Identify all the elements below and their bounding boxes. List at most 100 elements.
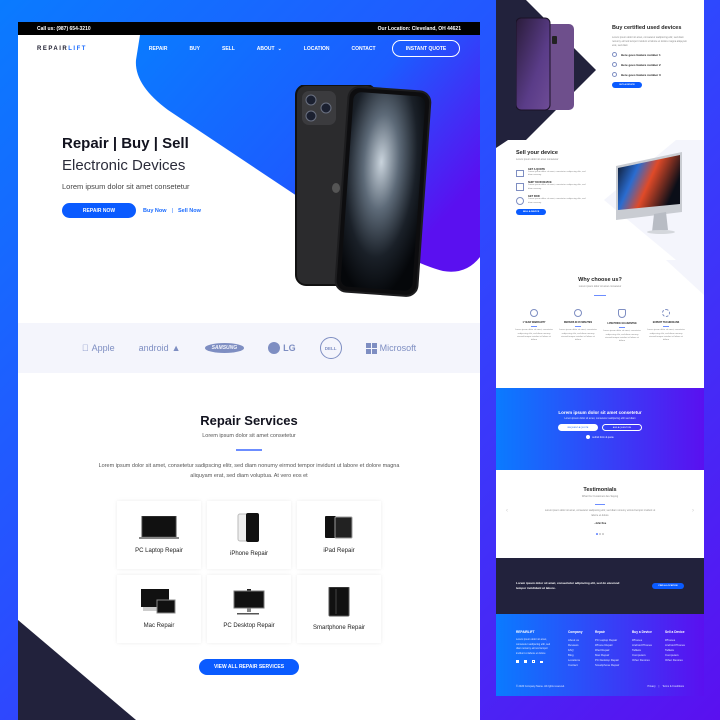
desktop-icon: [233, 588, 265, 614]
youtube-icon[interactable]: [540, 660, 543, 663]
repair-now-button[interactable]: REPAIR NOW: [62, 203, 136, 218]
legal-separator: |: [658, 685, 660, 688]
hero-description: Lorem ipsum dolor sit amet consetetur: [62, 182, 190, 191]
laptop-icon: [139, 515, 179, 539]
smartphone-icon: [328, 586, 350, 616]
buy-now-link[interactable]: Buy Now: [143, 208, 167, 214]
nav-repair[interactable]: REPAIR: [149, 46, 168, 52]
nav-about-label: ABOUT: [256, 46, 275, 52]
iphone-image: [294, 84, 459, 305]
feature-item: Here goes feature number 3: [612, 72, 692, 78]
mac-icon: [141, 588, 176, 613]
footer-brand: REPAIRLIFT: [516, 630, 535, 634]
card-label: iPhone Repair: [229, 550, 269, 557]
nav-sell[interactable]: SELL: [222, 46, 235, 52]
chevron-right-icon[interactable]: ›: [692, 508, 694, 514]
brand-apple: Apple: [82, 343, 115, 353]
sell-step: GET A QUOTE Lorem ipsum dolor sit amet, c…: [516, 168, 586, 178]
service-card-iphone[interactable]: iPhone Repair: [207, 500, 291, 569]
carousel-dots: [496, 533, 704, 535]
privacy-link[interactable]: Privacy: [647, 685, 655, 688]
view-all-services-button[interactable]: VIEW ALL REPAIR SERVICES: [199, 658, 299, 675]
sell-step: GET PAID Lorem ipsum dolor sit amet, cons…: [516, 195, 586, 206]
dot[interactable]: [602, 533, 604, 535]
services-title: Repair Services: [200, 413, 298, 428]
money-icon: [516, 197, 524, 206]
dot-active[interactable]: [596, 533, 598, 535]
card-label: Smartphone Repair: [312, 624, 366, 631]
location-banner: Lorem ipsum dolor sit amet, consectetur …: [496, 558, 704, 614]
decorative-dark-triangle: [18, 620, 136, 720]
testimonial-quote: Lorem ipsum dolor sit amet, consetetur s…: [544, 509, 656, 518]
imac-image: [616, 152, 682, 234]
footer: REPAIRLIFT Lorem ipsum dolor sit amet, c…: [496, 614, 704, 696]
phone-number[interactable]: Call us: (987) 654-3210: [37, 26, 91, 32]
instant-quote-button[interactable]: INSTANT QUOTE: [392, 40, 460, 57]
hero-title: Repair | Buy | Sell: [62, 135, 189, 152]
service-card-ipad[interactable]: iPad Repair: [297, 500, 381, 569]
nav-buy[interactable]: BUY: [189, 46, 200, 52]
why-choose-us-section: Why choose us? Lorem ipsum dolor sit ame…: [496, 260, 704, 388]
dot[interactable]: [599, 533, 601, 535]
nav-location[interactable]: LOCATION: [304, 46, 330, 52]
sell-now-link[interactable]: Sell Now: [178, 208, 201, 214]
buy-title: Buy certified used devices: [612, 25, 682, 31]
play-icon: [586, 435, 591, 439]
divider: [594, 294, 606, 296]
ask-question-button[interactable]: ASK A QUESTION: [602, 424, 642, 431]
quote-icon: [516, 169, 524, 177]
facebook-icon[interactable]: [516, 660, 519, 663]
testimonial-author: - John Doe: [593, 522, 607, 526]
lg-icon: [268, 342, 281, 354]
buy-body: Lorem ipsum dolor sit amet, consetetur s…: [612, 36, 687, 47]
buy-devices-section: Buy certified used devices Lorem ipsum d…: [496, 0, 704, 140]
chevron-down-icon: ⌄: [277, 46, 282, 52]
why-title: Why choose us?: [578, 277, 622, 283]
card-label: Mac Repair: [143, 622, 175, 629]
instagram-icon[interactable]: [532, 660, 535, 663]
terms-link[interactable]: Terms & Conditions: [662, 685, 684, 688]
footer-col-repair: Repair PC Laptop Repair iPhone Repair iPad …: [595, 630, 620, 667]
logo[interactable]: REPAIRLIFT: [37, 46, 87, 52]
footer-col-sell: Sell a Device iPhones Android Phones Tablet…: [665, 630, 685, 662]
feature-item: Here goes feature number 1: [612, 52, 692, 58]
box-icon: [516, 183, 524, 192]
why-item-technicians: EXPERT TECHNICIANS Lorem ipsum dolor sit …: [646, 308, 686, 344]
check-circle-icon: [612, 52, 617, 58]
nav-about[interactable]: ABOUT ⌄: [257, 46, 282, 52]
main-page-mockup: Call us: (987) 654-3210 Our Location: Cl…: [18, 22, 480, 720]
why-subtitle: Lorem ipsum dolor sit amet consetetur: [578, 285, 622, 288]
chevron-left-icon[interactable]: ‹: [506, 508, 508, 514]
request-quote-button[interactable]: REQUEST A QUOTE: [558, 424, 598, 431]
card-label: iPad Repair: [323, 547, 355, 554]
samsung-phone-image: [516, 17, 574, 111]
social-icons: [516, 660, 554, 663]
service-card-smartphone[interactable]: Smartphone Repair: [297, 574, 381, 643]
testimonials-section: ‹ › Testimonials What Our Customers Are …: [496, 470, 704, 558]
secondary-page-mockup: Buy certified used devices Lorem ipsum d…: [496, 0, 704, 698]
sell-subtitle: Lorem ipsum dolor sit amet consetetur: [516, 158, 559, 161]
sell-step: SHIP YOUR DEVICE Lorem ipsum dolor sit am…: [516, 181, 586, 192]
cta-note[interactable]: submit form & quote: [592, 436, 613, 439]
card-label: PC Laptop Repair: [135, 547, 183, 554]
apple-icon: : [82, 343, 89, 353]
footer-col-buy: Buy a Device iPhones Android Phones Tablets…: [632, 630, 652, 662]
hero-section: REPAIRLIFT REPAIR BUY SELL ABOUT ⌄ LOCATI…: [18, 35, 480, 310]
cta-title: Lorem ipsum dolor sit amet consetetur: [558, 410, 642, 415]
find-location-button[interactable]: FIND A LOCATION: [652, 583, 684, 589]
service-card-desktop[interactable]: PC Desktop Repair: [207, 574, 291, 643]
twitter-icon[interactable]: [524, 660, 527, 663]
copyright: © 2020 Company Name. All rights reserved…: [516, 685, 565, 688]
nav-contact[interactable]: CONTACT: [352, 46, 376, 52]
why-item-fast-repair: REPAIRS IN 45 MINUTES Lorem ipsum dolor s…: [558, 308, 598, 344]
brand-microsoft: Microsoft: [365, 342, 416, 354]
sell-device-button[interactable]: SELL A DEVICE: [516, 209, 546, 216]
feature-item: Here goes feature number 2: [612, 62, 692, 68]
testimonials-title: Testimonials: [583, 487, 617, 493]
buy-device-button[interactable]: BUY A DEVICE: [612, 82, 642, 89]
service-card-laptop[interactable]: PC Laptop Repair: [117, 500, 201, 569]
divider: [236, 449, 262, 451]
shield-icon: [618, 308, 626, 318]
iphone-icon: [237, 512, 259, 542]
services-subtitle: Lorem ipsum dolor sit amet consetetur: [202, 433, 296, 439]
